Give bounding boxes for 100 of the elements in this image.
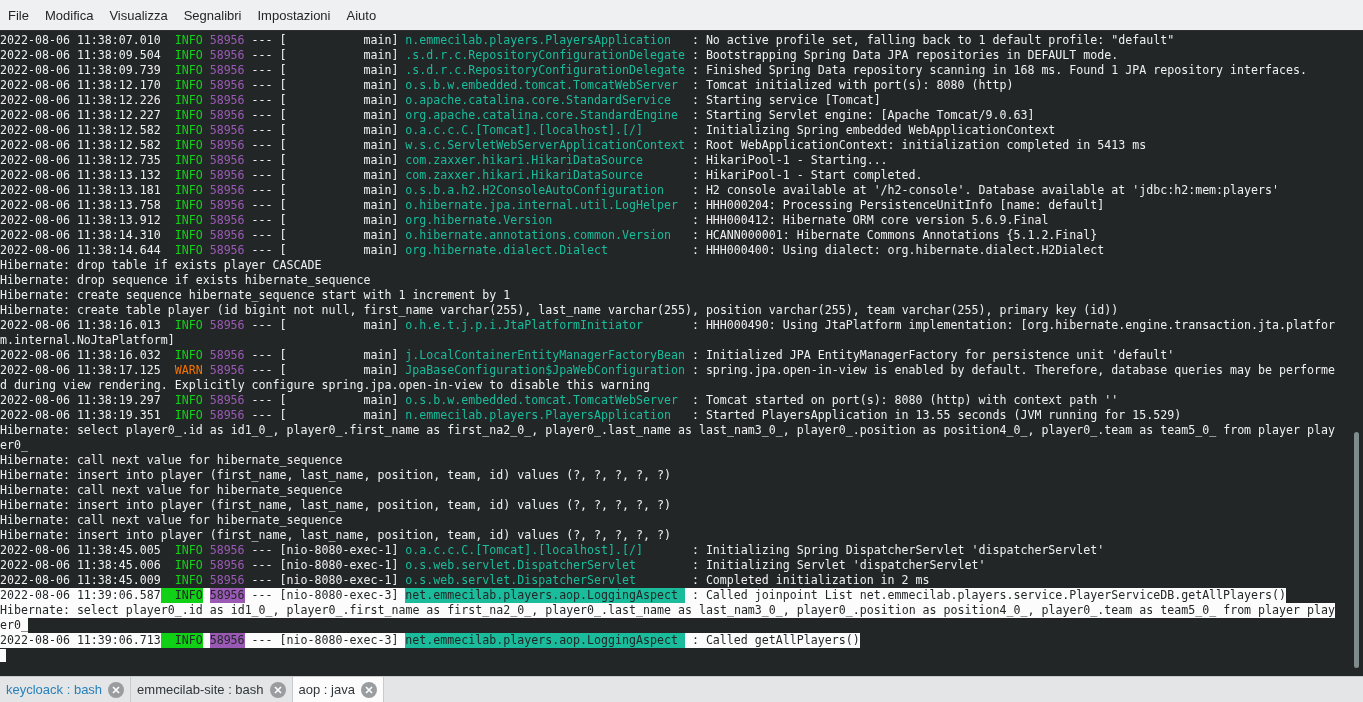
log-level: INFO xyxy=(173,318,203,333)
log-separator: --- xyxy=(251,63,273,78)
logger-name: o.s.b.w.embedded.tomcat.TomcatWebServer xyxy=(405,78,679,93)
log-message: : Tomcat initialized with port(s): 8080 (http) xyxy=(691,78,1014,93)
log-message: : H2 console available at '/h2-console'. Database available at 'jdbc:h2:mem:players' xyxy=(691,183,1280,198)
process-id: 58956 xyxy=(209,408,245,423)
log-separator: --- xyxy=(251,198,273,213)
thread-name: [nio-8080-exec-3] xyxy=(279,588,399,603)
log-timestamp: 2022-08-06 11:38:13.181 xyxy=(0,183,161,198)
process-id: 58956 xyxy=(209,183,245,198)
log-message: : HikariPool-1 - Start completed. xyxy=(691,168,923,183)
log-level: INFO xyxy=(173,78,203,93)
thread-name: [ main] xyxy=(279,183,399,198)
thread-name: [ main] xyxy=(279,348,399,363)
log-separator: --- xyxy=(251,348,273,363)
console-line: Hibernate: call next value for hibernate_sequence xyxy=(0,453,343,468)
log-timestamp: 2022-08-06 11:38:09.739 xyxy=(0,63,161,78)
log-timestamp: 2022-08-06 11:38:14.310 xyxy=(0,228,161,243)
log-level: INFO xyxy=(173,63,203,78)
logger-name: n.emmecilab.players.PlayersApplication xyxy=(405,33,672,48)
log-separator: --- xyxy=(251,78,273,93)
log-level: INFO xyxy=(173,93,203,108)
console-line: Hibernate: create sequence hibernate_sequence start with 1 increment by 1 xyxy=(0,288,511,303)
log-message: : Started PlayersApplication in 13.55 seconds (JVM running for 15.529) xyxy=(691,408,1182,423)
logger-name: net.emmecilab.players.aop.LoggingAspect xyxy=(405,588,685,603)
menu-item[interactable]: File xyxy=(0,4,37,26)
log-timestamp: 2022-08-06 11:38:12.170 xyxy=(0,78,161,93)
menu-item[interactable]: Modifica xyxy=(36,4,102,26)
close-icon[interactable] xyxy=(269,681,286,698)
thread-name: [ main] xyxy=(279,93,399,108)
log-level: INFO xyxy=(173,573,203,588)
log-timestamp: 2022-08-06 11:38:16.032 xyxy=(0,348,161,363)
log-level: INFO xyxy=(160,588,203,603)
process-id: 58956 xyxy=(209,213,245,228)
log-message: : HCANN000001: Hibernate Commons Annotations {5.1.2.Final} xyxy=(691,228,1098,243)
process-id: 58956 xyxy=(209,48,245,63)
menu-item[interactable]: Visualizza xyxy=(101,4,176,26)
thread-name: [ main] xyxy=(279,138,399,153)
process-id: 58956 xyxy=(209,78,245,93)
logger-name: j.LocalContainerEntityManagerFactoryBean xyxy=(405,348,685,363)
thread-name: [ main] xyxy=(279,33,399,48)
process-id: 58956 xyxy=(209,228,245,243)
process-id: 58956 xyxy=(209,348,245,363)
log-level: INFO xyxy=(173,228,203,243)
log-separator: --- xyxy=(251,108,273,123)
process-id: 58956 xyxy=(209,558,245,573)
log-timestamp: 2022-08-06 11:38:45.009 xyxy=(0,573,161,588)
log-separator: --- xyxy=(251,558,273,573)
log-level: INFO xyxy=(173,108,203,123)
process-id: 58956 xyxy=(209,543,245,558)
log-message: : Finished Spring Data repository scanning in 168 ms. Found 1 JPA repository interfaces. xyxy=(691,63,1307,78)
menu-item[interactable]: Impostazioni xyxy=(249,4,339,26)
process-id: 58956 xyxy=(209,33,245,48)
thread-name: [ main] xyxy=(279,393,399,408)
log-separator: --- xyxy=(251,228,273,243)
log-timestamp: 2022-08-06 11:38:12.226 xyxy=(0,93,161,108)
log-level: INFO xyxy=(173,213,203,228)
menu-item[interactable]: Aiuto xyxy=(338,4,385,26)
log-timestamp: 2022-08-06 11:38:45.005 xyxy=(0,543,161,558)
logger-name: com.zaxxer.hikari.HikariDataSource xyxy=(405,153,644,168)
thread-name: [ main] xyxy=(279,318,399,333)
logger-name: o.s.b.a.h2.H2ConsoleAutoConfiguration xyxy=(405,183,665,198)
console-line: Hibernate: insert into player (first_name, last_name, position, team, id) values (?, ?, ?, ?, ?) xyxy=(0,498,671,513)
logger-name: o.h.e.t.j.p.i.JtaPlatformInitiator xyxy=(405,318,644,333)
log-message: : Completed initialization in 2 ms xyxy=(691,573,930,588)
log-level: INFO xyxy=(173,408,203,423)
close-icon[interactable] xyxy=(108,681,125,698)
console-line: Hibernate: call next value for hibernate_sequence xyxy=(0,513,343,528)
logger-name: w.s.c.ServletWebServerApplicationContext xyxy=(405,138,685,153)
console-line: Hibernate: insert into player (first_name, last_name, position, team, id) values (?, ?, ?, ?, ?) xyxy=(0,468,671,483)
close-icon[interactable] xyxy=(360,681,377,698)
log-separator: --- xyxy=(251,123,273,138)
log-separator: --- xyxy=(251,543,273,558)
logger-name: n.emmecilab.players.PlayersApplication xyxy=(405,408,672,423)
log-timestamp: 2022-08-06 11:38:13.758 xyxy=(0,198,161,213)
terminal-tab[interactable]: aop : java xyxy=(292,677,384,702)
log-message: : spring.jpa.open-in-view is enabled by default. Therefore, database queries may be performe xyxy=(691,363,1335,378)
log-separator: --- xyxy=(251,363,273,378)
console-line: Hibernate: drop sequence if exists hibernate_sequence xyxy=(0,273,371,288)
logger-name: org.hibernate.dialect.Dialect xyxy=(405,243,610,258)
scrollbar-thumb[interactable] xyxy=(1353,432,1359,668)
log-level: INFO xyxy=(173,198,203,213)
thread-name: [ main] xyxy=(279,48,399,63)
process-id: 58956 xyxy=(209,318,245,333)
logger-name: net.emmecilab.players.aop.LoggingAspect xyxy=(405,633,685,648)
menu-item[interactable]: Segnalibri xyxy=(175,4,250,26)
thread-name: [ main] xyxy=(279,153,399,168)
log-timestamp: 2022-08-06 11:38:14.644 xyxy=(0,243,161,258)
thread-name: [ main] xyxy=(279,408,399,423)
logger-name: o.a.c.c.C.[Tomcat].[localhost].[/] xyxy=(405,543,644,558)
process-id: 58956 xyxy=(209,138,245,153)
process-id: 58956 xyxy=(209,168,245,183)
thread-name: [nio-8080-exec-1] xyxy=(279,558,399,573)
console-line: Hibernate: drop table if exists player CASCADE xyxy=(0,258,322,273)
log-separator: --- xyxy=(251,183,273,198)
log-message: : Starting Servlet engine: [Apache Tomcat/9.0.63] xyxy=(691,108,1035,123)
thread-name: [nio-8080-exec-1] xyxy=(279,543,399,558)
log-separator: --- xyxy=(251,168,273,183)
log-message: : No active profile set, falling back to 1 default profile: "default" xyxy=(691,33,1175,48)
process-id: 58956 xyxy=(209,108,245,123)
